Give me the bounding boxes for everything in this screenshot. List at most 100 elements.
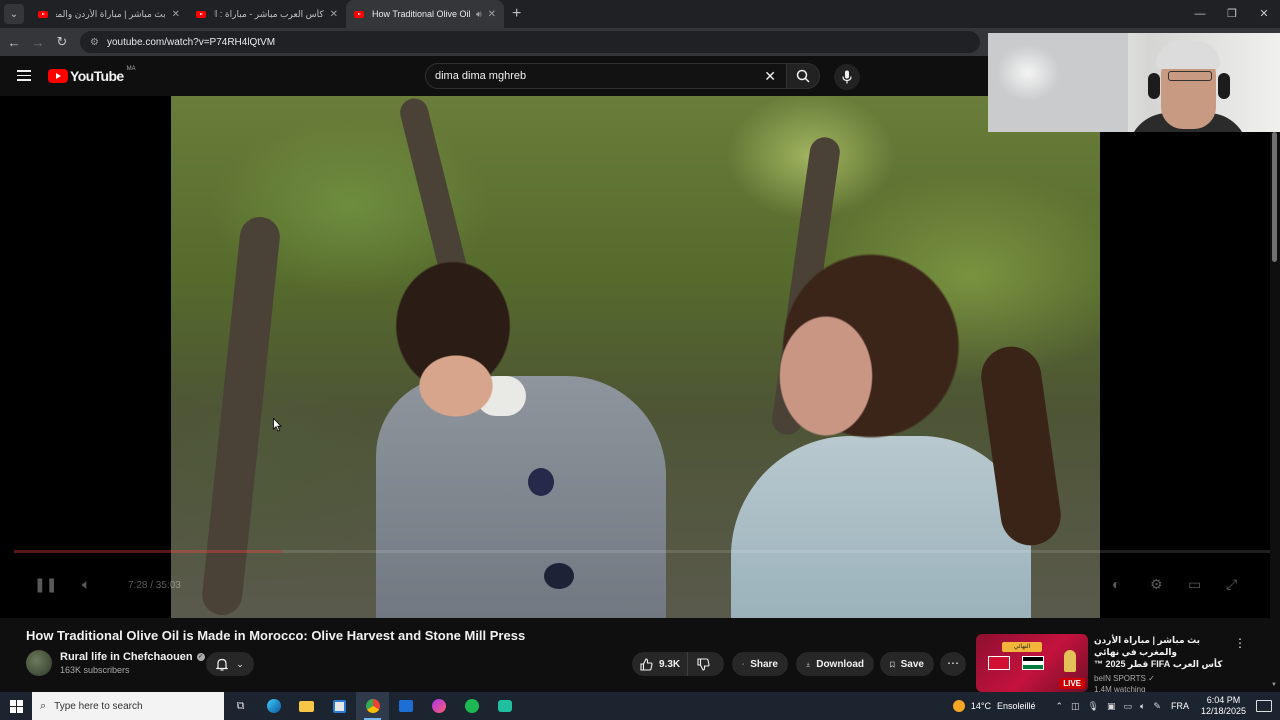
youtube-favicon-icon: [196, 10, 206, 18]
channel-info: Rural life in Chefchaouen ✓ 163K subscri…: [26, 650, 205, 676]
recommended-title-line-1[interactable]: بث مباشر | مباراة الأردن والمغرب في نهائ…: [1094, 634, 1234, 658]
page-scrollbar[interactable]: ▲ ▼: [1270, 96, 1280, 692]
volume-icon[interactable]: 🔈︎: [1140, 701, 1145, 712]
messenger-icon[interactable]: [422, 692, 455, 720]
volume-icon[interactable]: 🔈︎: [82, 576, 90, 593]
app-icon[interactable]: [488, 692, 521, 720]
network-icon[interactable]: ▭: [1123, 701, 1132, 712]
thumbs-up-icon: [640, 657, 653, 671]
subscriber-count: 163K subscribers: [60, 665, 130, 675]
webcam-icon[interactable]: ▣: [1107, 701, 1116, 712]
new-tab-button[interactable]: +: [512, 5, 521, 23]
share-label: Share: [750, 658, 778, 670]
edge-icon[interactable]: [257, 692, 290, 720]
restore-icon[interactable]: ❐: [1216, 0, 1248, 28]
tab-close-icon[interactable]: ✕: [330, 9, 338, 20]
close-window-icon[interactable]: ✕: [1248, 0, 1280, 28]
search-icon: ⌕: [40, 699, 47, 712]
share-button[interactable]: Share: [732, 652, 788, 676]
scrollbar-thumb[interactable]: [1272, 132, 1277, 262]
like-dislike-group: 9.3K: [632, 652, 724, 676]
verified-icon: ✓: [196, 653, 205, 661]
like-button[interactable]: 9.3K: [632, 652, 688, 676]
pen-icon[interactable]: ✎: [1153, 701, 1161, 712]
video-frame[interactable]: [171, 96, 1100, 618]
more-vertical-icon[interactable]: ⋮: [1234, 636, 1246, 650]
headphones-left: [1148, 73, 1160, 99]
chrome-icon[interactable]: [356, 692, 389, 720]
download-button[interactable]: Download: [796, 652, 874, 676]
dislike-button[interactable]: [688, 657, 724, 671]
language-indicator[interactable]: FRA: [1171, 701, 1189, 711]
tab-2[interactable]: كأس العرب مباشر - مباراة : السعو ✕: [188, 0, 346, 28]
pause-icon[interactable]: ❚❚: [34, 576, 57, 593]
verified-icon: ✓: [1148, 674, 1155, 683]
microsoft-store-icon[interactable]: [323, 692, 356, 720]
video-title: How Traditional Olive Oil is Made in Mor…: [26, 628, 526, 643]
video-player[interactable]: ❚❚ 🔈︎ 7:28 / 35:03 ◐ ⚙ ▭ ⤢: [0, 96, 1270, 618]
outlook-icon[interactable]: [389, 692, 422, 720]
taskbar-search[interactable]: ⌕ Type here to search: [32, 692, 224, 720]
youtube-favicon-icon: [354, 10, 364, 18]
more-actions-icon[interactable]: ⋯: [940, 652, 966, 676]
tray-app-icon[interactable]: ◫: [1071, 701, 1080, 712]
download-icon: [806, 662, 810, 667]
microphone-icon: [842, 70, 852, 84]
save-button[interactable]: Save: [880, 652, 934, 676]
forward-icon[interactable]: →: [26, 35, 50, 50]
person-glasses: [1168, 71, 1212, 81]
task-view-icon[interactable]: ⧉: [224, 692, 257, 720]
weather-temp: 14°C: [970, 701, 991, 711]
sun-icon: [952, 700, 965, 712]
tab-title: How Traditional Olive Oil is: [372, 9, 472, 19]
site-info-icon[interactable]: ⚙: [90, 37, 99, 48]
tab-close-icon[interactable]: ✕: [172, 9, 180, 20]
scroll-down-icon[interactable]: ▼: [1271, 682, 1277, 688]
recommended-title-line-2[interactable]: كأس العرب FIFA قطر 2025 ™: [1094, 658, 1234, 670]
notification-bell-button[interactable]: ⌄: [206, 652, 254, 676]
notification-icon[interactable]: [1256, 700, 1272, 712]
address-bar[interactable]: ⚙ youtube.com/watch?v=P74RH4lQtVM: [80, 31, 980, 53]
tab-search-button[interactable]: ⌄: [4, 4, 24, 24]
back-icon[interactable]: ←: [2, 35, 26, 50]
share-icon: [742, 663, 745, 665]
channel-name-row[interactable]: Rural life in Chefchaouen ✓: [60, 651, 205, 663]
menu-icon[interactable]: [17, 70, 31, 81]
minimize-icon[interactable]: —: [1184, 0, 1216, 28]
tab-1[interactable]: بث مباشر | مباراة الأردن والمغرب ✕: [30, 0, 188, 28]
microphone-icon[interactable]: 🎙︎: [1088, 701, 1099, 712]
clock-date: 12/18/2025: [1200, 706, 1246, 716]
reload-icon[interactable]: ↻: [50, 34, 74, 50]
progress-bar[interactable]: [14, 550, 1270, 553]
recommended-thumbnail[interactable]: النهائي LIVE: [976, 634, 1088, 692]
weather-desc: Ensoleillé: [996, 701, 1036, 711]
settings-icon[interactable]: ⚙: [1150, 576, 1163, 593]
search-input[interactable]: dima dima mghreb ✕: [425, 63, 787, 89]
spotify-icon[interactable]: [455, 692, 488, 720]
speaker-icon[interactable]: 🔊︎: [476, 9, 482, 20]
voice-search-button[interactable]: [834, 64, 860, 90]
trophy-icon: [1064, 650, 1076, 672]
clear-search-icon[interactable]: ✕: [764, 68, 776, 85]
tab-3-active[interactable]: How Traditional Olive Oil is 🔊︎ ✕: [346, 0, 504, 28]
channel-name[interactable]: Rural life in Chefchaouen: [60, 651, 193, 663]
player-controls: ❚❚ 🔈︎ 7:28 / 35:03 ◐ ⚙ ▭ ⤢: [0, 566, 1270, 606]
clock[interactable]: 6:04 PM 12/18/2025: [1201, 695, 1246, 717]
chevron-up-icon[interactable]: ⌃: [1055, 701, 1063, 712]
fullscreen-icon[interactable]: ⤢: [1226, 576, 1237, 593]
tab-close-icon[interactable]: ✕: [488, 9, 496, 20]
windows-start-icon[interactable]: [0, 692, 32, 720]
search-icon: [796, 69, 810, 83]
clock-time: 6:04 PM: [1206, 695, 1241, 705]
recommended-info: بث مباشر | مباراة الأردن والمغرب في نهائ…: [1094, 634, 1234, 694]
webcam-overlay: [988, 33, 1280, 132]
search-button[interactable]: [786, 63, 820, 89]
file-explorer-icon[interactable]: [290, 692, 323, 720]
channel-avatar[interactable]: [26, 650, 52, 676]
autoplay-icon[interactable]: ◐: [1112, 576, 1120, 592]
youtube-logo[interactable]: YouTube MA: [48, 66, 136, 84]
weather-widget[interactable]: 14°C Ensoleillé: [952, 700, 1036, 712]
window-controls: — ❐ ✕: [1184, 0, 1280, 28]
miniplayer-icon[interactable]: ▭: [1188, 576, 1201, 593]
recommended-video[interactable]: النهائي LIVE بث مباشر | مباراة الأردن وا…: [976, 634, 1266, 694]
